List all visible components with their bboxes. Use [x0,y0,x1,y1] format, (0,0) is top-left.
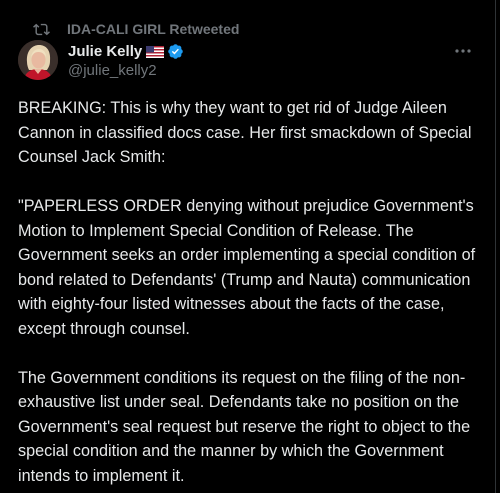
handle[interactable]: @julie_kelly2 [68,62,184,79]
more-options-icon [454,41,472,59]
tweet-card[interactable]: IDA-CALI GIRL Retweeted Julie Kelly @jul… [0,0,496,493]
tweet-text: BREAKING: This is why they want to get r… [18,96,488,488]
tweet-paragraph: BREAKING: This is why they want to get r… [18,99,472,166]
verified-badge-icon[interactable] [167,43,184,60]
avatar[interactable] [18,40,58,80]
display-name[interactable]: Julie Kelly [68,43,142,60]
retweet-label: IDA-CALI GIRL Retweeted [67,21,240,37]
retweet-indicator[interactable]: IDA-CALI GIRL Retweeted [33,20,239,38]
retweet-icon [33,21,50,38]
tweet-paragraph: The Government conditions its request on… [18,368,471,485]
more-options-button[interactable] [453,42,473,58]
author-block[interactable]: Julie Kelly @julie_kelly2 [68,41,184,79]
us-flag-icon [146,45,165,58]
tweet-paragraph: "PAPERLESS ORDER denying without prejudi… [18,197,476,338]
